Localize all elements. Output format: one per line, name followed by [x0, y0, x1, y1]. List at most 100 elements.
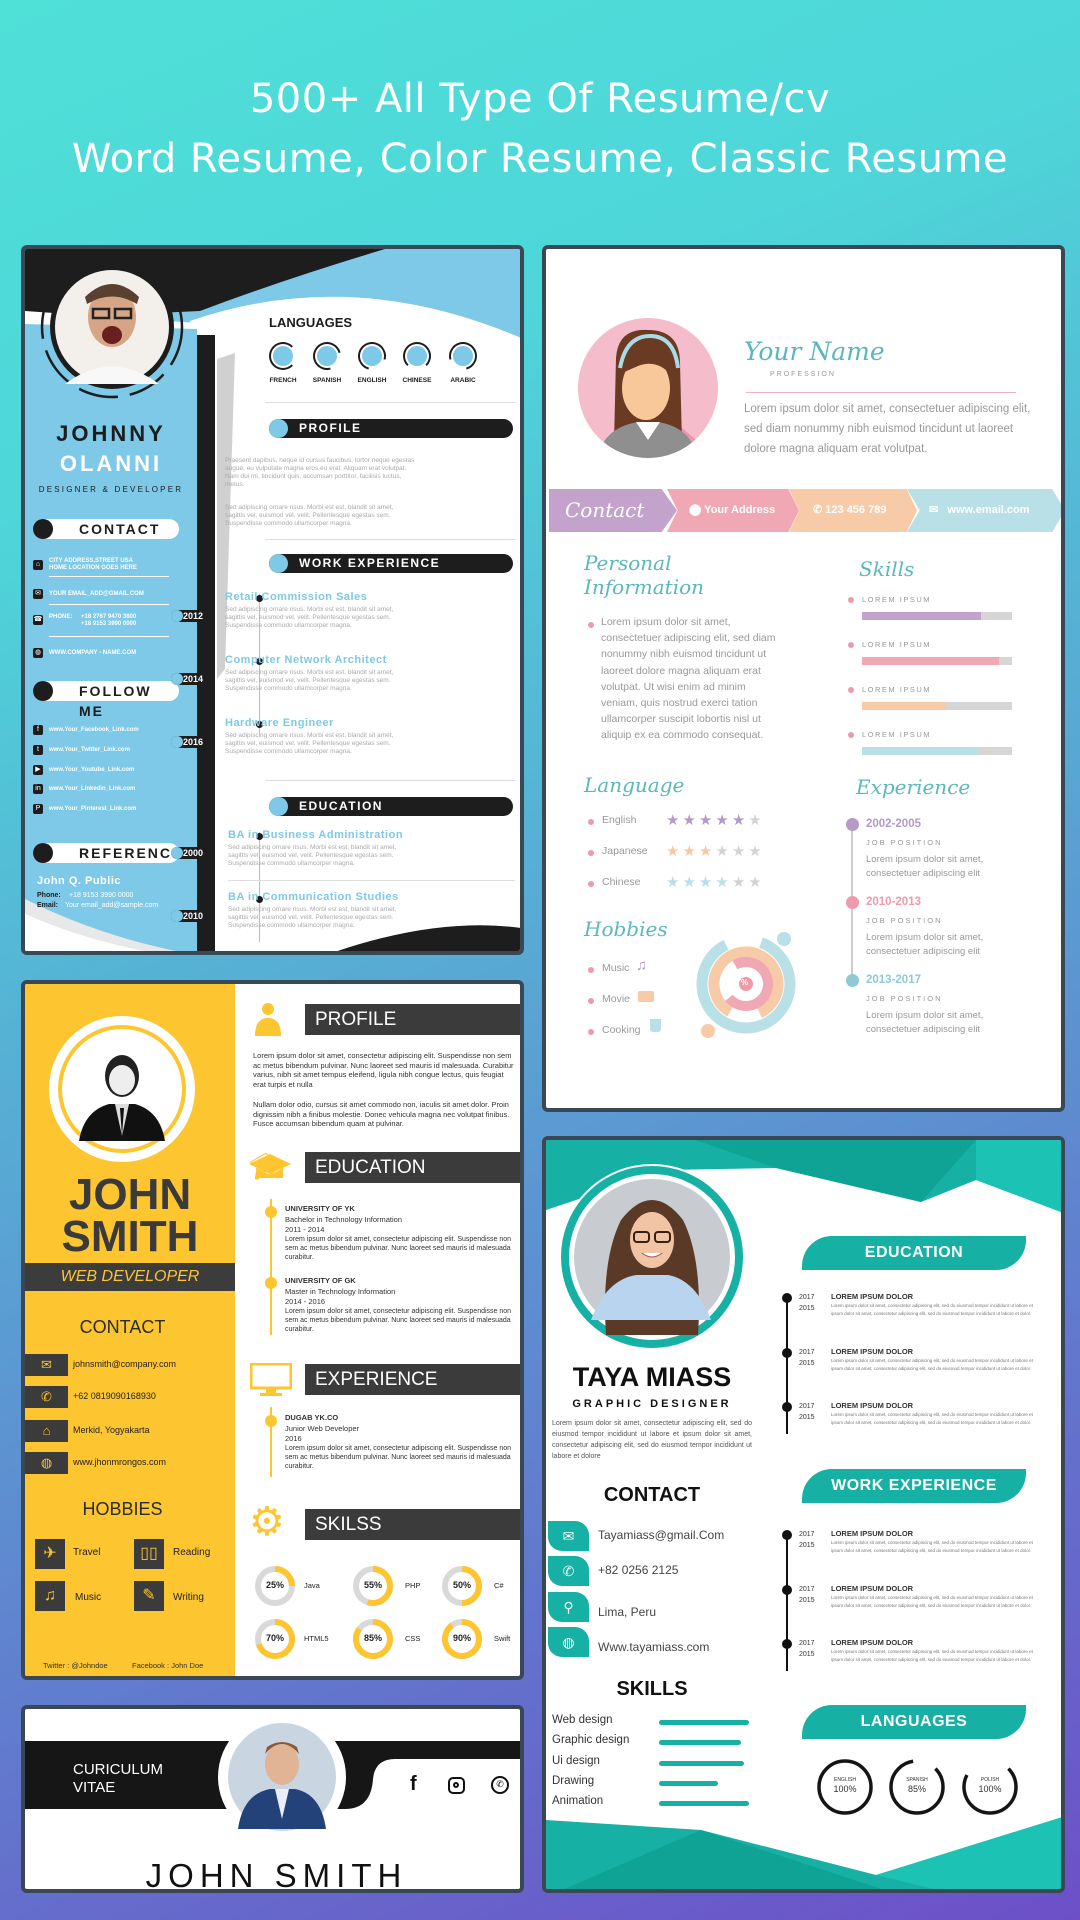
degree-title: BA in Communication Studies	[228, 891, 399, 903]
job-description: Sed adipiscing ornare risus. Morbi est e…	[225, 732, 394, 755]
social-link[interactable]: www.Your_Youtube_Link.com	[49, 767, 134, 774]
job-position: JOB POSITION	[866, 838, 943, 847]
email-icon: ✉	[33, 589, 43, 599]
language-heading: Language	[584, 773, 685, 797]
experience-years: 2013-2017	[866, 974, 921, 986]
skill-name: Ui design	[552, 1754, 600, 1767]
resume-template-blue[interactable]: JOHNNY OLANNI DESIGNER & DEVELOPER CONTA…	[21, 245, 524, 955]
social-link[interactable]: www.Your_Twitter_Link.com	[49, 747, 130, 754]
school-name: UNIVERSITY OF GK	[285, 1276, 356, 1285]
profile-heading: PROFILE	[305, 1004, 520, 1035]
job-position: JOB POSITION	[866, 916, 943, 925]
globe-icon: ◍	[33, 648, 43, 658]
skill-bar-fill	[862, 657, 999, 665]
hobbies-heading: HOBBIES	[82, 1499, 163, 1519]
job-title: Retail Commission Sales	[225, 591, 368, 603]
contact-phones: +18 2767 9470 3800 +18 9153 3990 0000	[81, 614, 137, 627]
star-icon: ★	[682, 874, 699, 891]
instagram-icon[interactable]	[448, 1777, 465, 1794]
music-note-icon: ♫	[636, 957, 648, 974]
skill-bar	[659, 1801, 749, 1807]
languages-heading: LANGUAGES	[802, 1705, 1026, 1739]
contact-phone: +62 0819090168930	[73, 1391, 156, 1401]
contact-website: Www.tayamiass.com	[598, 1640, 710, 1654]
avatar-illustration	[578, 318, 718, 458]
social-link[interactable]: www.Your_Facebook_Link.com	[49, 727, 139, 734]
gear-icon: ⚙	[249, 1500, 285, 1544]
experience-heading: Experience	[856, 775, 971, 799]
linkedin-icon: in	[33, 784, 43, 794]
skill-label: LOREM IPSUM	[862, 640, 932, 649]
star-icon: ★	[748, 843, 765, 860]
contact-phone-label: PHONE:	[49, 614, 73, 620]
personal-information-heading: Personal Information	[584, 551, 705, 599]
language-percent: 100%	[833, 1784, 857, 1794]
skills-heading: Skills	[859, 557, 915, 581]
star-icon: ★	[748, 812, 765, 829]
year-tag: 2016	[171, 736, 211, 748]
work-experience-heading: WORK EXPERIENCE	[802, 1469, 1026, 1503]
youtube-icon: ▶	[33, 765, 43, 775]
role: Junior Web Developer	[285, 1424, 360, 1433]
last-name: OLANNI	[59, 451, 163, 476]
skill-name: C#	[494, 1581, 504, 1590]
contact-location: Lima, Peru	[598, 1605, 657, 1619]
skill-name: PHP	[405, 1581, 421, 1590]
resume-template-pastel[interactable]: Your Name PROFESSION Lorem ipsum dolor s…	[542, 245, 1065, 1112]
contact-heading: CONTACT	[603, 1484, 701, 1506]
language-percent: 85%	[907, 1784, 926, 1794]
resume-template-teal[interactable]: TAYA MIASS GRAPHIC DESIGNER Lorem ipsum …	[542, 1136, 1065, 1893]
star-icon: ★	[698, 843, 716, 860]
resume-name: TAYA MIASS	[572, 1362, 732, 1392]
profile-photo	[49, 1016, 195, 1162]
skill-percent: 50%	[452, 1580, 471, 1590]
start-year: 2015	[799, 1542, 815, 1549]
language-circle-fill	[317, 346, 337, 366]
phone-icon: ✆	[813, 504, 826, 516]
donut-percent-symbol: %	[741, 978, 749, 987]
resume-template-cv-banner[interactable]: CURICULUM VITAE f ✆ JOHN SMITH	[21, 1705, 524, 1893]
contact-phone: ✆ 123 456 789	[789, 489, 917, 532]
contact-address: ⬤ Your Address	[667, 489, 799, 532]
profile-paragraph: Lorem ipsum dolor sit amet, consectetur …	[253, 1051, 514, 1089]
globe-icon: ◍	[548, 1627, 589, 1657]
end-year: 2017	[799, 1585, 815, 1593]
resume-template-yellow[interactable]: JOHN SMITH WEB DEVELOPER CONTACT ✉ johns…	[21, 980, 524, 1680]
degree: Master in Technology Information	[285, 1287, 396, 1296]
facebook-icon[interactable]: f	[410, 1773, 417, 1796]
star-icon: ★	[715, 812, 732, 829]
language-circle-fill	[273, 346, 293, 366]
skill-bar	[659, 1740, 741, 1746]
profile-photo	[50, 265, 174, 389]
experience-description: Lorem ipsum dolor sit amet, consectetuer…	[866, 932, 984, 957]
language-name: POLISH	[980, 1777, 1000, 1783]
skill-bar	[659, 1720, 749, 1725]
education-heading: EDUCATION	[269, 797, 513, 816]
star-icon: ★	[715, 874, 732, 891]
languages-heading: LANGUAGES	[269, 315, 353, 330]
start-year: 2015	[799, 1359, 815, 1367]
headline-line-1: 500+ All Type Of Resume/cv	[249, 76, 831, 122]
hobby-item: Reading	[173, 1547, 211, 1558]
star-icon: ★	[748, 874, 765, 891]
airplane-icon: ✈	[35, 1539, 65, 1569]
years: 2014 - 2016	[285, 1297, 326, 1306]
social-link[interactable]: www.Your_Linkedin_Link.com	[49, 786, 135, 793]
social-link[interactable]: www.Your_Pinterest_Link.com	[49, 806, 136, 813]
twitter-icon: t	[33, 745, 43, 755]
degree-description: Sed adipiscing ornare risus. Morbi est e…	[228, 844, 397, 867]
entry-title: LOREM IPSUM DOLOR	[831, 1292, 914, 1301]
graduation-cap-shape	[249, 1154, 291, 1178]
education-heading: EDUCATION	[802, 1236, 1026, 1270]
profile-paragraph: Praesent dapibus, neque id cursus faucib…	[225, 457, 415, 488]
contact-email: YOUR EMAIL_ADD@GMAIL.COM	[49, 591, 144, 597]
contact-address: Merkid, Yogyakarta	[73, 1425, 150, 1435]
hobby-item: Music	[75, 1592, 102, 1603]
monitor-icon	[250, 1363, 292, 1396]
skill-bar-fill	[862, 702, 946, 710]
skill-name: CSS	[405, 1634, 421, 1643]
language-rating: ★★★★★★	[666, 842, 765, 860]
whatsapp-icon[interactable]: ✆	[491, 1776, 509, 1794]
language-label: ARABIC	[450, 377, 476, 384]
education-description: Lorem ipsum dolor sit amet, consectetur …	[285, 1236, 512, 1261]
